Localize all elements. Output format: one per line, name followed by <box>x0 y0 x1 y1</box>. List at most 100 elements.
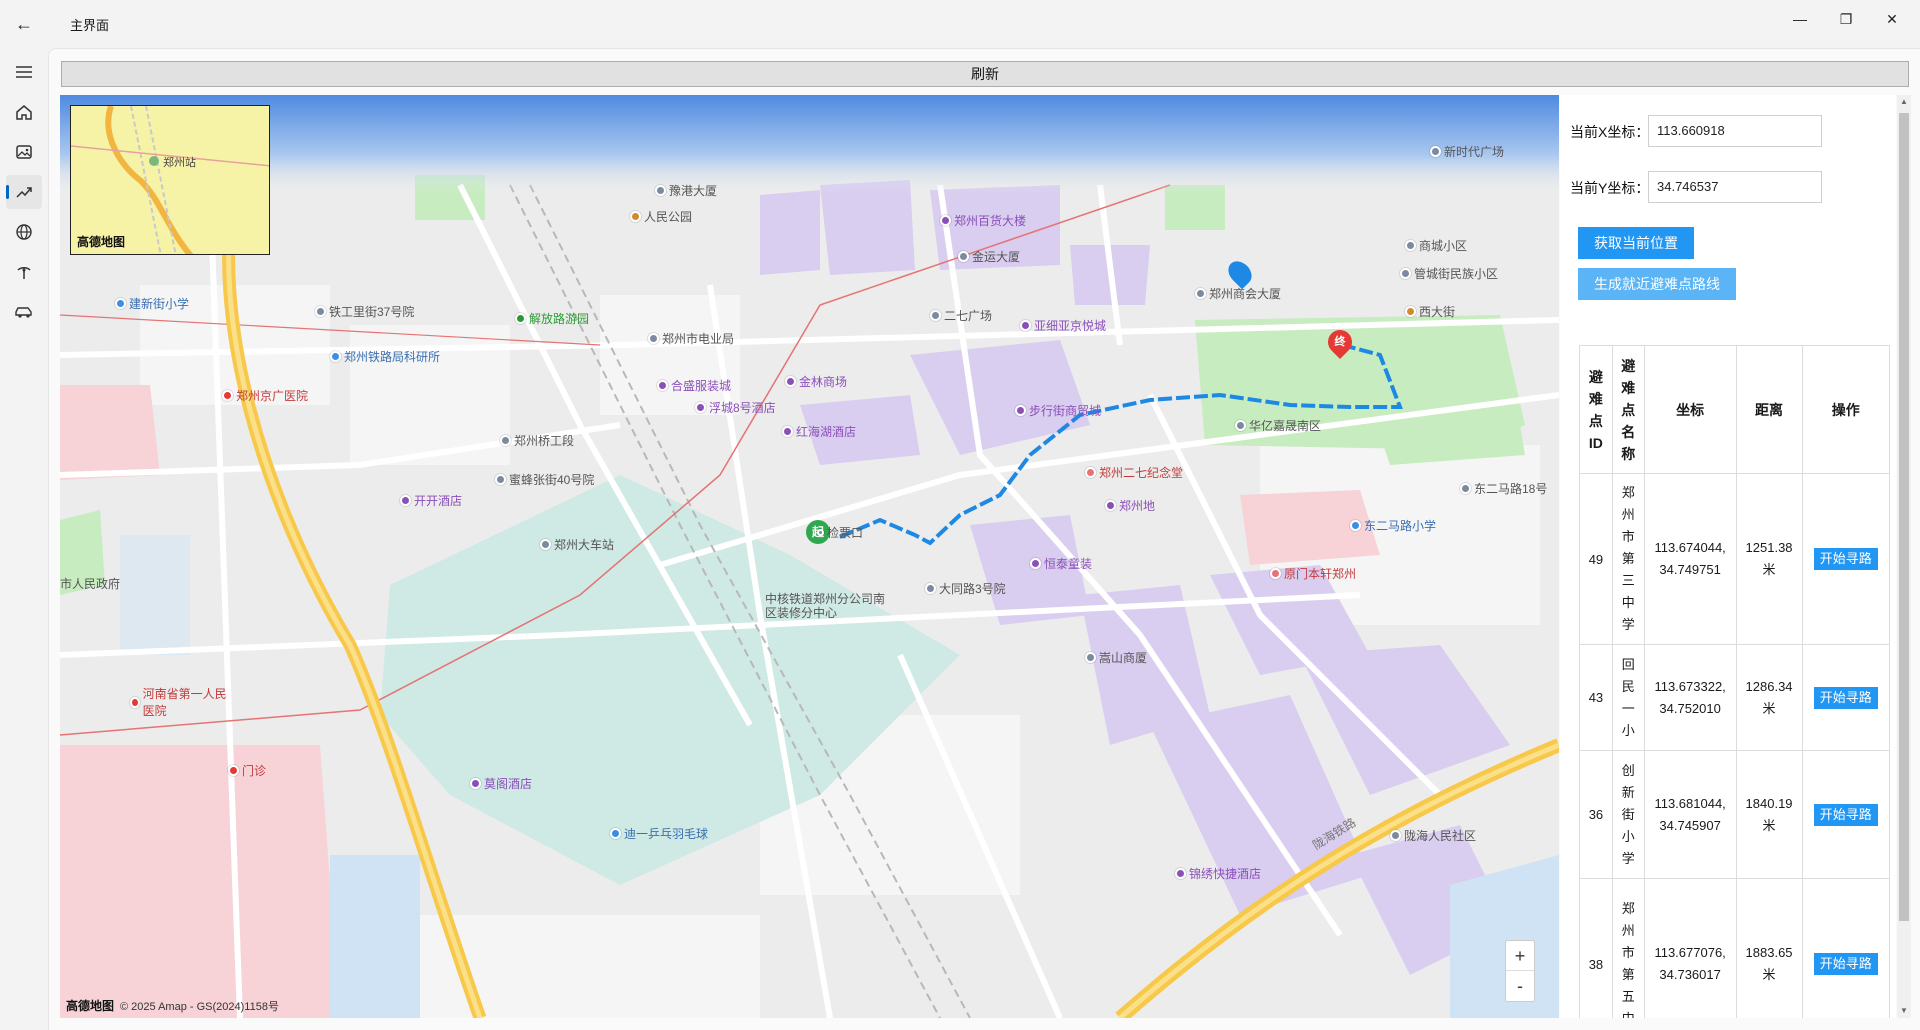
poi-label[interactable]: 亚细亚京悦城 <box>1020 317 1106 334</box>
poi-label[interactable]: 嵩山商厦 <box>1085 649 1147 666</box>
cell-action: 开始寻路 <box>1801 750 1890 879</box>
poi-label[interactable]: 豫港大厦 <box>655 182 717 199</box>
zoom-out-button[interactable]: - <box>1506 971 1534 1001</box>
start-navigation-button[interactable]: 开始寻路 <box>1813 686 1878 709</box>
poi-label[interactable]: 蜜蜂张街40号院 <box>495 471 594 488</box>
poi-label[interactable]: 东二马路18号 <box>1460 480 1547 497</box>
poi-label[interactable]: 郑州百货大楼 <box>940 212 1026 229</box>
poi-label[interactable]: 解放路游园 <box>515 310 589 327</box>
back-arrow-icon[interactable]: ← <box>12 12 36 36</box>
poi-label[interactable]: 河南省第一人民医院 <box>130 685 230 719</box>
poi-label[interactable]: 华亿嘉晟南区 <box>1235 417 1321 434</box>
generate-route-button[interactable]: 生成就近避难点路线 <box>1578 268 1736 300</box>
zoom-in-button[interactable]: + <box>1506 941 1534 971</box>
poi-label[interactable]: 西大街 <box>1405 303 1455 320</box>
cell-name: 回民一小 <box>1611 644 1645 751</box>
poi-label[interactable]: 金运大厦 <box>958 248 1020 265</box>
poi-label[interactable]: 郑州京广医院 <box>222 387 308 404</box>
poi-label[interactable]: 陇海人民社区 <box>1390 827 1476 844</box>
poi-label[interactable]: 门诊 <box>228 762 266 779</box>
start-navigation-button[interactable]: 开始寻路 <box>1813 803 1878 826</box>
poi-label[interactable]: 商城小区 <box>1405 237 1467 254</box>
overview-minimap[interactable]: 郑州站 高德地图 <box>70 105 270 255</box>
map-view[interactable]: 起 终 豫港大厦 人民公园 郑州百货大楼 金运大厦 郑州商会大厦 新时代广场 商… <box>60 95 1559 1018</box>
header-id: 避难点ID <box>1579 345 1613 474</box>
poi-label[interactable]: 检票口 <box>817 524 863 541</box>
nav-sidebar <box>0 48 48 1030</box>
poi-label[interactable]: 中核铁道郑州分公司南区装修分中心 <box>765 592 895 620</box>
restore-button[interactable]: ❐ <box>1823 4 1869 34</box>
cell-name: 创新街小学 <box>1611 750 1645 879</box>
cell-name: 郑州市第五中 <box>1611 878 1645 1018</box>
y-coord-input[interactable]: 34.746537 <box>1648 171 1822 203</box>
window-title: 主界面 <box>70 18 110 33</box>
y-coord-label: 当前Y坐标： <box>1570 180 1650 196</box>
table-row: 43 回民一小 113.673322, 34.752010 1286.34米 开… <box>1579 644 1890 751</box>
car-icon[interactable] <box>6 295 42 329</box>
panel-scrollbar[interactable]: ▲ ▼ <box>1897 95 1911 1018</box>
start-navigation-button[interactable]: 开始寻路 <box>1813 548 1878 570</box>
poi-label[interactable]: 步行街商贸城 <box>1015 402 1101 419</box>
map-attribution: 高德地图 © 2025 Amap - GS(2024)1158号 <box>66 997 279 1014</box>
poi-label[interactable]: 郑州桥工段 <box>500 432 574 449</box>
header-action: 操作 <box>1801 345 1890 474</box>
shelter-table: 避难点ID 避难点名称 坐标 距离 操作 49 郑州市第三中学 113.6740… <box>1579 345 1890 1018</box>
antenna-icon[interactable] <box>6 255 42 289</box>
cell-id: 43 <box>1579 644 1613 751</box>
poi-label[interactable]: 锦绣快捷酒店 <box>1175 865 1261 882</box>
poi-label[interactable]: 浮城8号酒店 <box>695 399 776 416</box>
home-icon[interactable] <box>6 95 42 129</box>
minimap-logo: 高德地图 <box>77 235 126 249</box>
poi-label[interactable]: 恒泰童装 <box>1030 555 1092 572</box>
cell-id: 36 <box>1579 750 1613 879</box>
scrollbar-thumb[interactable] <box>1899 113 1909 921</box>
poi-label[interactable]: 郑州铁路局科研所 <box>330 348 440 365</box>
title-bar: ← 主界面 — ❐ ✕ <box>0 0 1920 48</box>
poi-label[interactable]: 郑州大车站 <box>540 536 614 553</box>
poi-label[interactable]: 郑州商会大厦 <box>1195 285 1281 302</box>
poi-label[interactable]: 东二马路小学 <box>1350 517 1436 534</box>
zoom-control: + - <box>1505 940 1535 1002</box>
scroll-down-arrow-icon[interactable]: ▼ <box>1897 1004 1911 1018</box>
get-location-button[interactable]: 获取当前位置 <box>1578 227 1694 259</box>
poi-label[interactable]: 郑州地 <box>1105 497 1155 514</box>
poi-label[interactable]: 管城街民族小区 <box>1400 265 1498 282</box>
poi-label[interactable]: 迪一乒乓羽毛球 <box>610 825 708 842</box>
poi-label[interactable]: 大同路3号院 <box>925 580 1006 597</box>
x-coord-input[interactable]: 113.660918 <box>1648 115 1822 147</box>
chart-trend-icon[interactable] <box>6 175 42 209</box>
table-row: 36 创新街小学 113.681044, 34.745907 1840.19米 … <box>1579 750 1890 879</box>
cell-coord: 113.677076, 34.736017 <box>1643 878 1737 1018</box>
minimize-button[interactable]: — <box>1777 4 1823 34</box>
header-distance: 距离 <box>1735 345 1803 474</box>
cell-coord: 113.674044, 34.749751 <box>1643 473 1737 645</box>
cell-action: 开始寻路 <box>1801 878 1890 1018</box>
image-icon[interactable] <box>6 135 42 169</box>
x-coord-label: 当前X坐标： <box>1570 124 1650 140</box>
poi-label[interactable]: 郑州二七纪念堂 <box>1085 464 1183 481</box>
poi-label[interactable]: 铁工里街37号院 <box>315 303 414 320</box>
poi-label[interactable]: 建新街小学 <box>115 295 189 312</box>
menu-icon[interactable] <box>6 55 42 89</box>
close-button[interactable]: ✕ <box>1869 4 1915 34</box>
poi-label[interactable]: 郑州市电业局 <box>648 330 734 347</box>
poi-label[interactable]: 莫阁酒店 <box>470 775 532 792</box>
poi-label[interactable]: 金林商场 <box>785 373 847 390</box>
table-row: 49 郑州市第三中学 113.674044, 34.749751 1251.38… <box>1579 473 1890 645</box>
poi-label[interactable]: 原门本轩郑州 <box>1270 565 1356 582</box>
cell-id: 49 <box>1579 473 1613 645</box>
poi-label[interactable]: 红海湖酒店 <box>782 423 856 440</box>
cell-distance: 1251.38米 <box>1735 473 1803 645</box>
cell-distance: 1883.65米 <box>1735 878 1803 1018</box>
start-navigation-button[interactable]: 开始寻路 <box>1813 953 1878 975</box>
poi-label[interactable]: 开开酒店 <box>400 492 462 509</box>
poi-label[interactable]: 人民公园 <box>630 208 692 225</box>
scroll-up-arrow-icon[interactable]: ▲ <box>1897 95 1911 109</box>
evacuation-panel: 当前X坐标： 113.660918 当前Y坐标： 34.746537 获取当前位… <box>1560 95 1896 1018</box>
poi-label[interactable]: 二七广场 <box>930 307 992 324</box>
poi-label[interactable]: 新时代广场 <box>1430 143 1504 160</box>
globe-icon[interactable] <box>6 215 42 249</box>
poi-label[interactable]: 合盛服装城 <box>657 377 731 394</box>
cell-distance: 1286.34米 <box>1735 644 1803 751</box>
refresh-button[interactable]: 刷新 <box>61 61 1909 87</box>
